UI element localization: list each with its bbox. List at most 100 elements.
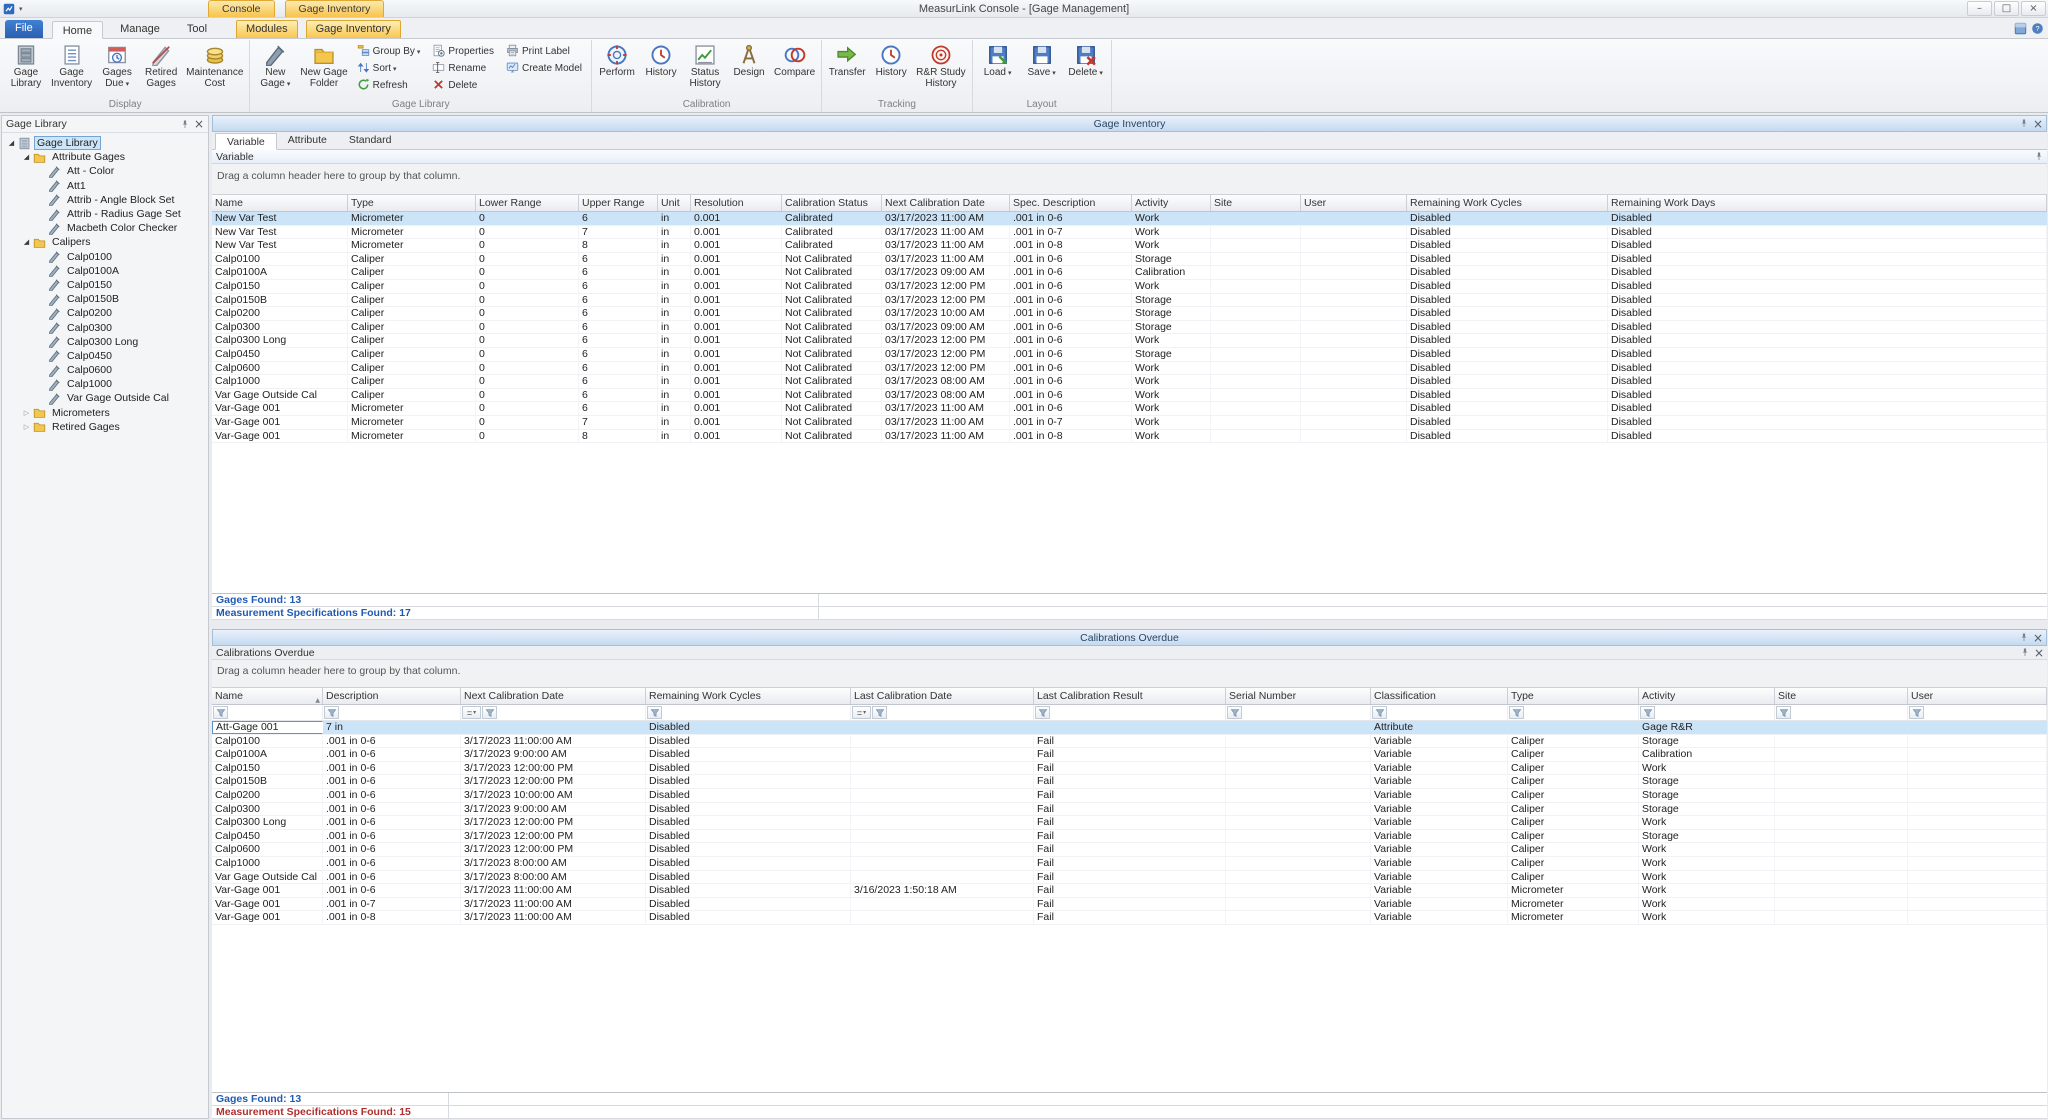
ribbon-button-new-gage-folder[interactable]: New GageFolder xyxy=(297,41,350,99)
column-header-upper-range[interactable]: Upper Range xyxy=(579,195,658,211)
table-row[interactable]: New Var TestMicrometer07in0.001Calibrate… xyxy=(212,226,2047,240)
filter-cell-last-calibration-date[interactable]: =▾ xyxy=(851,705,1034,720)
ribbon-button-status-history[interactable]: StatusHistory xyxy=(683,41,727,99)
column-header-last-calibration-date[interactable]: Last Calibration Date xyxy=(851,688,1034,704)
tab-variable[interactable]: Variable xyxy=(215,133,277,150)
table-row[interactable]: Calp0600.001 in 0-63/17/2023 12:00:00 PM… xyxy=(212,843,2047,857)
maximize-button[interactable]: □ xyxy=(1994,1,2019,16)
filter-cell-site[interactable] xyxy=(1775,705,1908,720)
close-icon[interactable]: × xyxy=(2033,633,2043,643)
filter-cell-classification[interactable] xyxy=(1371,705,1508,720)
tab-file[interactable]: File xyxy=(5,20,43,38)
tree-item-gage-library[interactable]: ◢Gage Library xyxy=(2,136,208,150)
tree-item-calipers[interactable]: ◢Calipers xyxy=(2,235,208,249)
ribbon-button-retired-gages[interactable]: RetiredGages xyxy=(139,41,183,99)
ribbon-button-create-model[interactable]: Create Model xyxy=(504,60,584,77)
table-row[interactable]: Calp1000.001 in 0-63/17/2023 8:00:00 AMD… xyxy=(212,857,2047,871)
tab-attribute[interactable]: Attribute xyxy=(277,132,338,149)
table-row[interactable]: Calp0100A.001 in 0-63/17/2023 9:00:00 AM… xyxy=(212,748,2047,762)
ribbon-button-new-gage[interactable]: NewGage▾ xyxy=(253,41,297,99)
tree-expand-icon[interactable]: ▷ xyxy=(20,423,33,431)
tab-tool[interactable]: Tool xyxy=(177,20,217,38)
filter-funnel-icon[interactable] xyxy=(872,706,887,719)
column-header-resolution[interactable]: Resolution xyxy=(691,195,782,211)
table-row[interactable]: Calp0100Caliper06in0.001Not Calibrated03… xyxy=(212,253,2047,267)
column-header-serial-number[interactable]: Serial Number xyxy=(1226,688,1371,704)
tree-item-calp1000[interactable]: Calp1000 xyxy=(2,377,208,391)
table-row[interactable]: Calp1000Caliper06in0.001Not Calibrated03… xyxy=(212,375,2047,389)
table-row[interactable]: Calp0150Caliper06in0.001Not Calibrated03… xyxy=(212,280,2047,294)
filter-funnel-icon[interactable] xyxy=(1909,706,1924,719)
column-header-next-calibration-date[interactable]: Next Calibration Date xyxy=(461,688,646,704)
table-row[interactable]: Var-Gage 001.001 in 0-73/17/2023 11:00:0… xyxy=(212,898,2047,912)
tab-gage-inventory-context[interactable]: Gage Inventory xyxy=(306,20,401,38)
column-header-lower-range[interactable]: Lower Range xyxy=(476,195,579,211)
ribbon-button-delete[interactable]: Delete▾ xyxy=(1064,41,1108,99)
table-row[interactable]: Calp0150.001 in 0-63/17/2023 12:00:00 PM… xyxy=(212,762,2047,776)
column-header-remaining-work-cycles[interactable]: Remaining Work Cycles xyxy=(1407,195,1608,211)
close-icon[interactable]: × xyxy=(2033,119,2043,129)
pin-icon[interactable] xyxy=(2019,118,2029,129)
ribbon-button-refresh[interactable]: Refresh xyxy=(355,77,423,94)
ribbon-button-sort[interactable]: Sort▾ xyxy=(355,60,423,77)
minimize-button[interactable]: – xyxy=(1967,1,1992,16)
filter-cell-last-calibration-result[interactable] xyxy=(1034,705,1226,720)
close-button[interactable]: × xyxy=(2021,1,2046,16)
tree-item-calp0200[interactable]: Calp0200 xyxy=(2,306,208,320)
ribbon-button-gage-library[interactable]: GageLibrary xyxy=(4,41,48,99)
help-icon[interactable]: ? xyxy=(2031,22,2044,35)
tree-item-attrib-radius-gage-set[interactable]: Attrib - Radius Gage Set xyxy=(2,207,208,221)
column-header-next-calibration-date[interactable]: Next Calibration Date xyxy=(882,195,1010,211)
table-row[interactable]: Calp0300Caliper06in0.001Not Calibrated03… xyxy=(212,321,2047,335)
tree-collapse-icon[interactable]: ◢ xyxy=(20,238,33,246)
column-header-user[interactable]: User xyxy=(1301,195,1407,211)
column-header-classification[interactable]: Classification xyxy=(1371,688,1508,704)
pin-icon[interactable] xyxy=(180,119,190,130)
tab-modules[interactable]: Modules xyxy=(236,20,298,38)
tab-home[interactable]: Home xyxy=(52,21,103,39)
calibrations-overdue-panel-header[interactable]: Calibrations Overdue × xyxy=(212,629,2047,646)
table-row[interactable]: Var-Gage 001.001 in 0-83/17/2023 11:00:0… xyxy=(212,911,2047,925)
filter-funnel-icon[interactable] xyxy=(1227,706,1242,719)
column-header-activity[interactable]: Activity xyxy=(1132,195,1211,211)
tab-standard[interactable]: Standard xyxy=(338,132,403,149)
filter-cell-user[interactable] xyxy=(1908,705,2047,720)
filter-operator-equals[interactable]: =▾ xyxy=(462,706,481,719)
tree-item-var-gage-outside-cal[interactable]: Var Gage Outside Cal xyxy=(2,391,208,405)
table-row[interactable]: Var-Gage 001Micrometer07in0.001Not Calib… xyxy=(212,416,2047,430)
filter-operator-equals[interactable]: =▾ xyxy=(852,706,871,719)
quick-access-dropdown-icon[interactable]: ▾ xyxy=(19,5,23,13)
ribbon-button-gage-inventory[interactable]: GageInventory xyxy=(48,41,95,99)
tree-item-calp0300-long[interactable]: Calp0300 Long xyxy=(2,335,208,349)
filter-funnel-icon[interactable] xyxy=(1035,706,1050,719)
ribbon-button-history[interactable]: History xyxy=(869,41,913,99)
column-header-type[interactable]: Type xyxy=(348,195,476,211)
table-row[interactable]: Calp0150BCaliper06in0.001Not Calibrated0… xyxy=(212,294,2047,308)
style-icon[interactable] xyxy=(2014,22,2027,35)
filter-cell-serial-number[interactable] xyxy=(1226,705,1371,720)
filter-funnel-icon[interactable] xyxy=(647,706,662,719)
column-header-user[interactable]: User xyxy=(1908,688,2047,704)
table-row[interactable]: Var Gage Outside CalCaliper06in0.001Not … xyxy=(212,389,2047,403)
tree-item-macbeth-color-checker[interactable]: Macbeth Color Checker xyxy=(2,221,208,235)
tree-item-calp0150b[interactable]: Calp0150B xyxy=(2,292,208,306)
table-row[interactable]: Calp0450Caliper06in0.001Not Calibrated03… xyxy=(212,348,2047,362)
tree-item-calp0150[interactable]: Calp0150 xyxy=(2,278,208,292)
table-row[interactable]: Var-Gage 001.001 in 0-63/17/2023 11:00:0… xyxy=(212,884,2047,898)
tree-item-retired-gages[interactable]: ▷Retired Gages xyxy=(2,420,208,434)
table-row[interactable]: Calp0100ACaliper06in0.001Not Calibrated0… xyxy=(212,266,2047,280)
tree-item-att1[interactable]: Att1 xyxy=(2,179,208,193)
column-header-spec-description[interactable]: Spec. Description xyxy=(1010,195,1132,211)
table-row[interactable]: Calp0300 Long.001 in 0-63/17/2023 12:00:… xyxy=(212,816,2047,830)
ribbon-button-transfer[interactable]: Transfer xyxy=(825,41,869,99)
filter-funnel-icon[interactable] xyxy=(1776,706,1791,719)
table-row[interactable]: Calp0300 LongCaliper06in0.001Not Calibra… xyxy=(212,334,2047,348)
table-row[interactable]: Calp0150B.001 in 0-63/17/2023 12:00:00 P… xyxy=(212,775,2047,789)
close-icon[interactable]: × xyxy=(194,119,204,129)
ribbon-button-group-by[interactable]: Group By▾ xyxy=(355,43,423,60)
table-row[interactable]: Calp0100.001 in 0-63/17/2023 11:00:00 AM… xyxy=(212,735,2047,749)
ribbon-button-history[interactable]: History xyxy=(639,41,683,99)
pin-icon[interactable] xyxy=(2020,647,2030,658)
column-header-calibration-status[interactable]: Calibration Status xyxy=(782,195,882,211)
tree-item-attrib-angle-block-set[interactable]: Attrib - Angle Block Set xyxy=(2,193,208,207)
